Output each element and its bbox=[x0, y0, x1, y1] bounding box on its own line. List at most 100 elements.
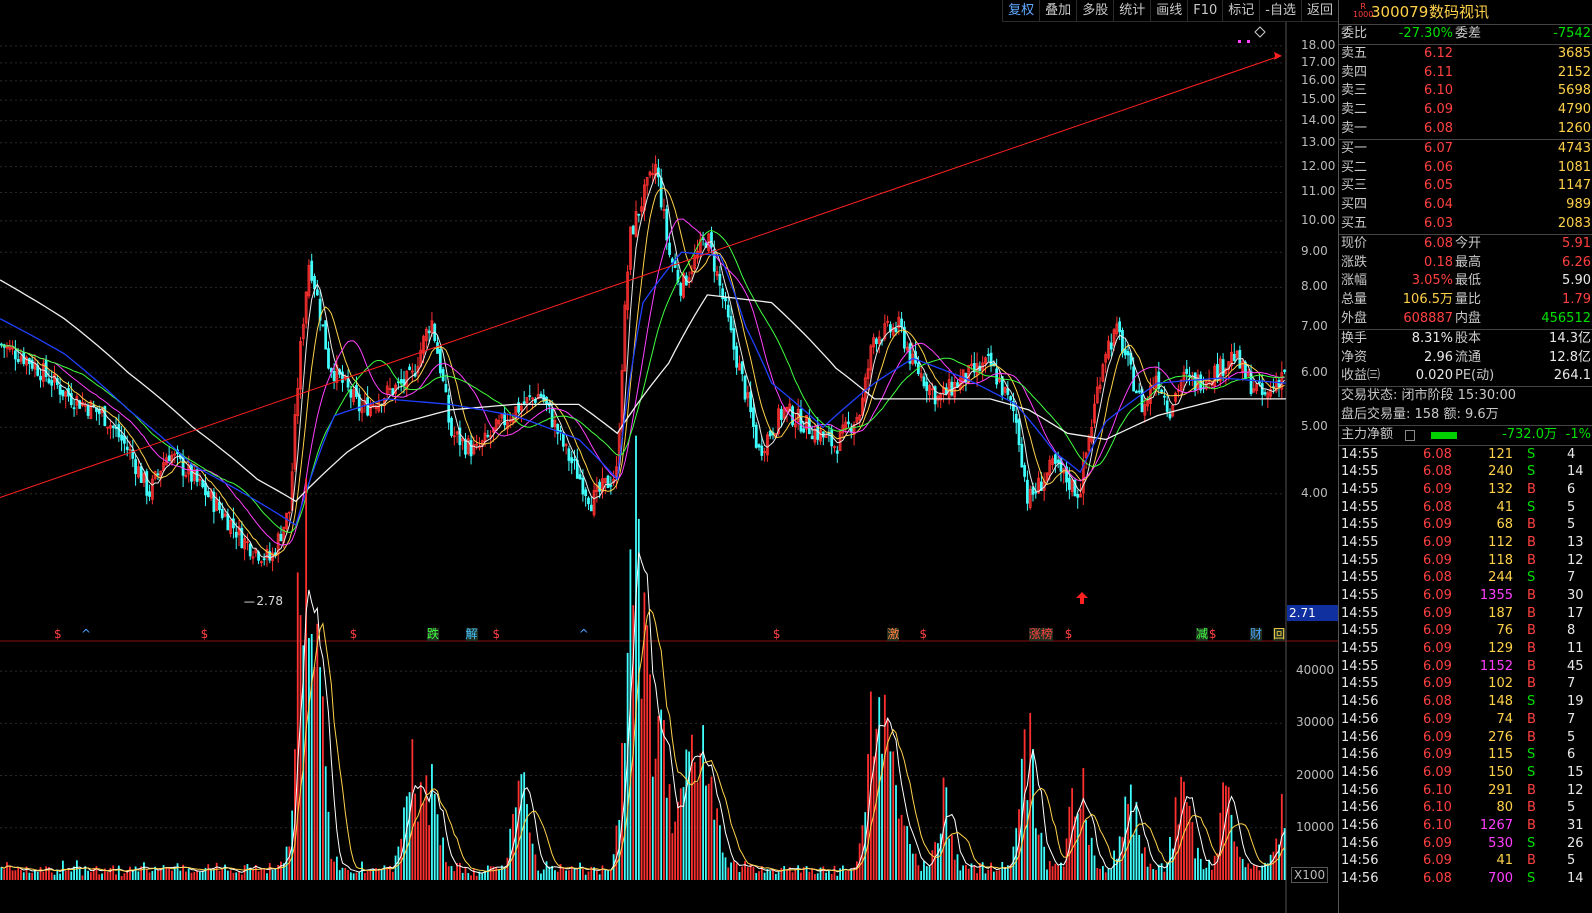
tick-row[interactable]: 14:55 6.09 68 B 5 bbox=[1339, 516, 1592, 534]
candle-body bbox=[279, 533, 283, 542]
tick-row[interactable]: 14:56 6.09 150 S 15 bbox=[1339, 764, 1592, 782]
tick-row[interactable]: 14:56 6.09 530 S 26 bbox=[1339, 835, 1592, 853]
volume-bar bbox=[654, 758, 657, 880]
candle-body bbox=[47, 378, 51, 384]
event-marker[interactable]: 解 bbox=[465, 628, 478, 641]
tick-row[interactable]: 14:55 6.09 118 B 12 bbox=[1339, 552, 1592, 570]
tick-row[interactable]: 14:55 6.08 244 S 7 bbox=[1339, 569, 1592, 587]
tick-row[interactable]: 14:55 6.09 129 B 11 bbox=[1339, 640, 1592, 658]
volume-bar bbox=[31, 872, 34, 880]
volume-bar bbox=[498, 870, 500, 880]
event-marker[interactable]: ^ bbox=[579, 628, 589, 641]
event-marker[interactable]: 激 bbox=[887, 628, 900, 641]
event-marker[interactable]: 跌 bbox=[426, 628, 439, 641]
tick-side: B bbox=[1527, 711, 1536, 727]
tick-row[interactable]: 14:55 6.09 112 B 13 bbox=[1339, 534, 1592, 552]
event-marker[interactable]: 减 bbox=[1195, 628, 1208, 641]
price-axis-label: 12.00 bbox=[1301, 158, 1336, 173]
tick-row[interactable]: 14:56 6.10 291 B 12 bbox=[1339, 782, 1592, 800]
kline-chart-area[interactable]: 18.00 17.00 16.00 15.00 14.00 13.00 12.00 11.00… bbox=[0, 0, 1339, 913]
candle-body bbox=[441, 369, 445, 381]
toolbar-btn-5[interactable]: F10 bbox=[1187, 0, 1223, 22]
candle-body bbox=[86, 405, 90, 416]
tick-row[interactable]: 14:55 6.08 240 S 14 bbox=[1339, 463, 1592, 481]
event-marker[interactable]: $ bbox=[773, 628, 781, 641]
volume-bar bbox=[674, 821, 677, 880]
event-marker[interactable]: 回 bbox=[1273, 628, 1286, 641]
tick-count: 17 bbox=[1567, 605, 1584, 621]
candle-body bbox=[732, 328, 736, 350]
toolbar-btn-0[interactable]: 复权 bbox=[1002, 0, 1040, 22]
event-marker[interactable]: $ bbox=[1209, 628, 1217, 641]
toolbar-btn-6[interactable]: 标记 bbox=[1222, 0, 1260, 22]
volume-bar bbox=[397, 846, 400, 880]
volume-bar bbox=[953, 859, 956, 880]
candle-body bbox=[39, 375, 42, 381]
kline-chart[interactable] bbox=[0, 0, 1338, 913]
event-marker[interactable]: $ bbox=[54, 628, 62, 641]
volume-bar bbox=[1029, 712, 1032, 880]
volume-bar bbox=[526, 804, 528, 880]
tick-count: 12 bbox=[1567, 782, 1584, 798]
toolbar-btn-1[interactable]: 叠加 bbox=[1039, 0, 1077, 22]
toolbar-btn-7[interactable]: -自选 bbox=[1259, 0, 1301, 22]
tick-row[interactable]: 14:55 6.09 76 B 8 bbox=[1339, 622, 1592, 640]
tick-count: 6 bbox=[1567, 747, 1576, 763]
volume-bar bbox=[333, 861, 335, 880]
quote-stats: 现价 6.08 今开 5.91 涨跌 0.18 最高 6.26 涨幅 3.05% 最低 5.90 总量 1… bbox=[1339, 235, 1592, 330]
volume-bar bbox=[579, 862, 581, 880]
tick-list[interactable]: 14:55 6.08 121 S 4 14:55 6.08 240 S 14 14:55 6.09 13… bbox=[1339, 446, 1592, 888]
volume-bar bbox=[196, 870, 198, 880]
candle-body bbox=[234, 531, 238, 538]
toolbar-btn-8[interactable]: 返回 bbox=[1300, 0, 1338, 22]
candle-body bbox=[679, 283, 683, 296]
tick-row[interactable]: 14:55 6.08 41 S 5 bbox=[1339, 499, 1592, 517]
event-marker[interactable]: 财 bbox=[1249, 628, 1262, 641]
candle-body bbox=[248, 543, 252, 557]
volume-bar bbox=[391, 871, 394, 880]
tick-row[interactable]: 14:56 6.09 41 B 5 bbox=[1339, 852, 1592, 870]
quote-label: 最高 bbox=[1455, 254, 1482, 270]
tick-row[interactable]: 14:56 6.09 276 B 5 bbox=[1339, 729, 1592, 747]
event-marker[interactable]: ^ bbox=[81, 628, 91, 641]
candle-body bbox=[399, 379, 403, 384]
tick-row[interactable]: 14:56 6.08 700 S 14 bbox=[1339, 870, 1592, 888]
tick-row[interactable]: 14:56 6.08 148 S 19 bbox=[1339, 693, 1592, 711]
tick-row[interactable]: 14:55 6.09 132 B 6 bbox=[1339, 481, 1592, 499]
tick-row[interactable]: 14:55 6.08 121 S 4 bbox=[1339, 446, 1592, 464]
volume-bar bbox=[637, 518, 640, 880]
volume-bar bbox=[609, 869, 612, 880]
event-marker[interactable]: 涨榜 bbox=[1028, 628, 1053, 641]
event-marker[interactable]: $ bbox=[493, 628, 501, 641]
tick-side: S bbox=[1527, 871, 1536, 887]
volume-bar bbox=[198, 871, 201, 880]
tick-row[interactable]: 14:56 6.09 74 B 7 bbox=[1339, 711, 1592, 729]
list-icon[interactable] bbox=[1405, 429, 1415, 441]
volume-bar bbox=[948, 838, 951, 880]
tick-row[interactable]: 14:55 6.09 1152 B 45 bbox=[1339, 658, 1592, 676]
volume-bar bbox=[668, 784, 671, 880]
tick-row[interactable]: 14:56 6.09 115 S 6 bbox=[1339, 746, 1592, 764]
event-marker[interactable]: $ bbox=[919, 628, 927, 641]
tick-row[interactable]: 14:55 6.09 102 B 7 bbox=[1339, 675, 1592, 693]
toolbar-btn-4[interactable]: 画线 bbox=[1150, 0, 1188, 22]
volume-bar bbox=[201, 870, 204, 880]
stock-name[interactable]: 数码视讯 bbox=[1429, 0, 1489, 24]
volume-bar bbox=[1180, 776, 1183, 880]
main-flow-row[interactable]: 主力净额 -732.0万 -1% bbox=[1339, 426, 1592, 446]
event-marker[interactable]: $ bbox=[1065, 628, 1073, 641]
candle-body bbox=[120, 434, 123, 441]
volume-bar bbox=[671, 833, 674, 880]
quote-value: 5.90 bbox=[1562, 273, 1591, 289]
toolbar-btn-3[interactable]: 统计 bbox=[1113, 0, 1151, 22]
event-marker[interactable]: $ bbox=[350, 628, 358, 641]
event-marker[interactable]: $ bbox=[201, 628, 209, 641]
tick-row[interactable]: 14:56 6.10 1267 B 31 bbox=[1339, 817, 1592, 835]
stock-code[interactable]: 300079 bbox=[1371, 0, 1428, 24]
toolbar-btn-2[interactable]: 多股 bbox=[1076, 0, 1114, 22]
tick-row[interactable]: 14:55 6.09 1355 B 30 bbox=[1339, 587, 1592, 605]
quote-value: 106.5万 bbox=[1402, 292, 1453, 308]
tick-row[interactable]: 14:56 6.10 80 B 5 bbox=[1339, 799, 1592, 817]
tick-row[interactable]: 14:55 6.09 187 B 17 bbox=[1339, 605, 1592, 623]
quote-row: 现价 6.08 今开 5.91 bbox=[1339, 235, 1592, 254]
